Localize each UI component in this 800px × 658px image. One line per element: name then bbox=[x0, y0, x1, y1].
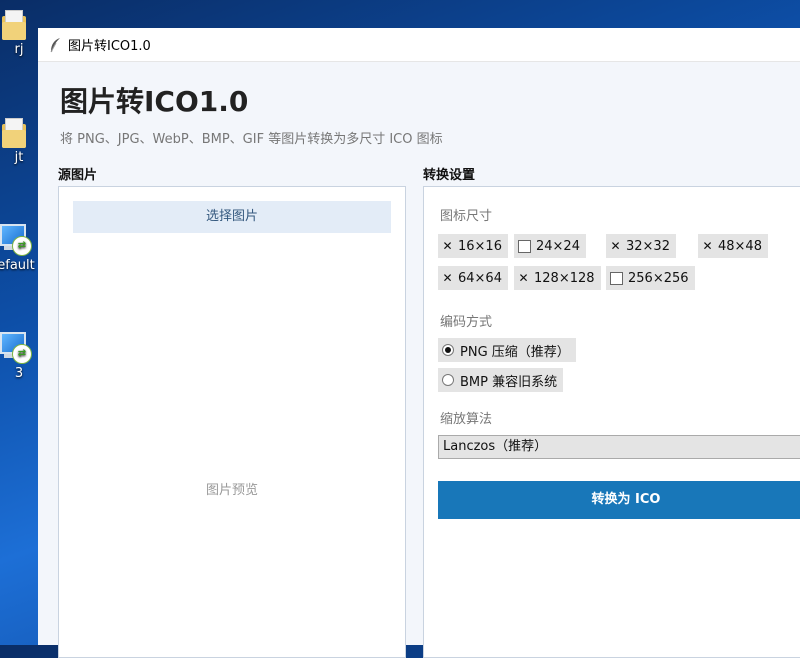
desktop-icon-label: rj bbox=[14, 42, 24, 57]
size-checkbox-16[interactable]: ✕ 16×16 bbox=[438, 234, 508, 258]
scaling-select[interactable]: Lanczos（推荐） bbox=[438, 435, 800, 459]
desktop-icon-label: jt bbox=[14, 150, 24, 165]
size-checkbox-24[interactable]: 24×24 bbox=[514, 234, 586, 258]
source-section-title: 源图片 bbox=[58, 168, 98, 183]
size-checkbox-128[interactable]: ✕ 128×128 bbox=[514, 266, 601, 290]
radio-unselected-icon bbox=[442, 374, 454, 386]
checkbox-checked-icon: ✕ bbox=[442, 270, 453, 285]
icon-size-label: 图标尺寸 bbox=[440, 209, 493, 224]
remote-desktop-icon: ⇄ bbox=[0, 222, 32, 256]
desktop-icon-rj[interactable]: rj bbox=[0, 10, 38, 57]
size-checkbox-32[interactable]: ✕ 32×32 bbox=[606, 234, 676, 258]
choose-image-button[interactable]: 选择图片 bbox=[73, 201, 391, 233]
folder-icon bbox=[2, 118, 26, 148]
radio-selected-icon bbox=[442, 344, 454, 356]
app-subtitle: 将 PNG、JPG、WebP、BMP、GIF 等图片转换为多尺寸 ICO 图标 bbox=[60, 132, 443, 147]
desktop-icon-default[interactable]: ⇄ efault bbox=[0, 222, 38, 273]
desktop-icon-label: efault bbox=[0, 258, 35, 273]
encoding-label: 编码方式 bbox=[440, 315, 493, 330]
window-title: 图片转ICO1.0 bbox=[68, 39, 151, 54]
folder-icon bbox=[2, 10, 26, 40]
encoding-radio-bmp[interactable]: BMP 兼容旧系统 bbox=[438, 368, 564, 392]
desktop-icon-label: 3 bbox=[14, 366, 24, 381]
convert-to-ico-button[interactable]: 转换为 ICO bbox=[438, 481, 800, 519]
desktop-icon-jt[interactable]: jt bbox=[0, 118, 38, 165]
size-checkbox-48[interactable]: ✕ 48×48 bbox=[698, 234, 768, 258]
scaling-label: 缩放算法 bbox=[440, 412, 493, 427]
encoding-radio-png[interactable]: PNG 压缩（推荐） bbox=[438, 338, 576, 362]
image-preview-placeholder: 图片预览 bbox=[205, 483, 258, 498]
checkbox-checked-icon: ✕ bbox=[518, 270, 529, 285]
checkbox-checked-icon: ✕ bbox=[702, 238, 713, 253]
remote-desktop-icon: ⇄ bbox=[0, 330, 32, 364]
settings-panel: 图标尺寸 ✕ 16×16 24×24 ✕ 32×32 ✕ 48×48 ✕ 64×… bbox=[423, 186, 800, 658]
checkbox-checked-icon: ✕ bbox=[610, 238, 621, 253]
app-title: 图片转ICO1.0 bbox=[60, 85, 249, 118]
desktop-icon-3[interactable]: ⇄ 3 bbox=[0, 330, 38, 381]
checkbox-unchecked-icon bbox=[518, 239, 531, 253]
size-checkbox-256[interactable]: 256×256 bbox=[606, 266, 695, 290]
feather-icon bbox=[50, 37, 60, 52]
checkbox-checked-icon: ✕ bbox=[442, 238, 453, 253]
checkbox-unchecked-icon bbox=[610, 271, 623, 285]
settings-section-title: 转换设置 bbox=[423, 168, 476, 183]
source-panel: 选择图片 图片预览 bbox=[58, 186, 406, 658]
title-bar[interactable]: 图片转ICO1.0 bbox=[38, 28, 800, 62]
app-window: 图片转ICO1.0 图片转ICO1.0 将 PNG、JPG、WebP、BMP、G… bbox=[38, 28, 800, 658]
size-checkbox-64[interactable]: ✕ 64×64 bbox=[438, 266, 508, 290]
